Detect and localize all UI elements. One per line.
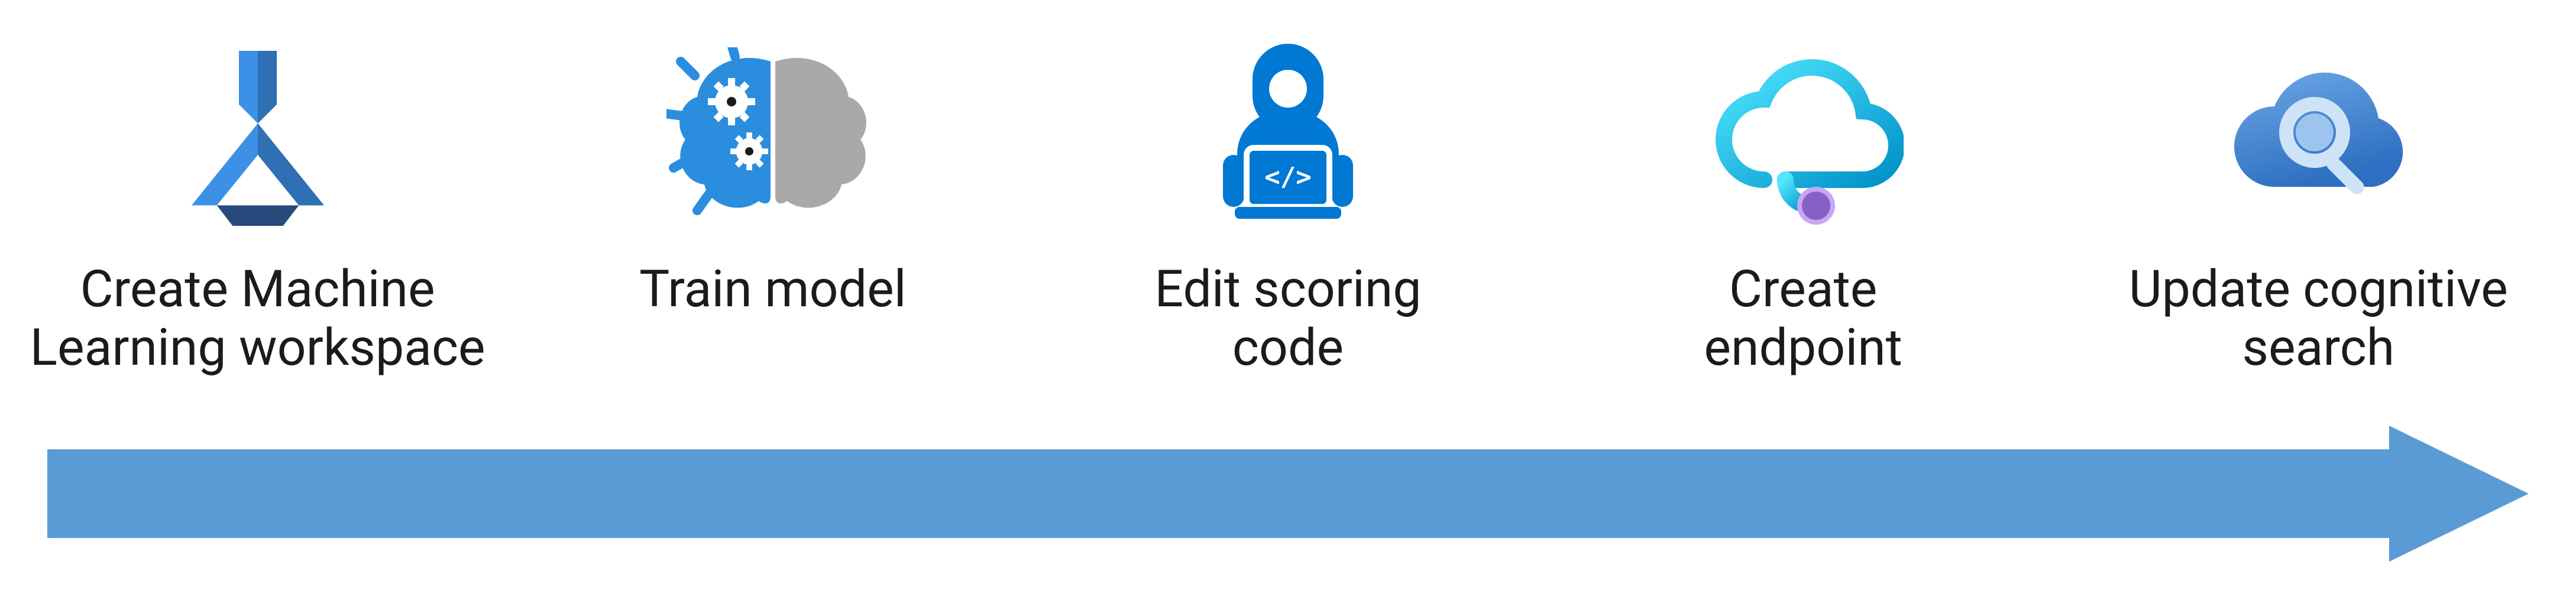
step-create-endpoint: Createendpoint	[1567, 30, 2040, 377]
step-edit-scoring: </> Edit scoringcode	[1051, 30, 1525, 377]
step-update-search: Update cognitivesearch	[2082, 30, 2555, 377]
step-label: Train model	[639, 260, 907, 319]
process-arrow	[47, 426, 2529, 562]
step-label: Edit scoringcode	[1154, 260, 1421, 377]
step-train-model: Train model	[536, 30, 1009, 319]
cloud-endpoint-icon	[1703, 30, 1904, 242]
developer-laptop-icon: </>	[1199, 30, 1377, 242]
cloud-search-icon	[2218, 30, 2419, 242]
step-label: Createendpoint	[1704, 260, 1902, 377]
step-label: Update cognitivesearch	[2129, 260, 2508, 377]
svg-text:</>: </>	[1264, 162, 1311, 192]
azure-ml-flask-icon	[175, 30, 341, 242]
brain-gears-icon	[666, 30, 879, 242]
step-ml-workspace: Create MachineLearning workspace	[21, 30, 494, 377]
steps-row: Create MachineLearning workspace	[0, 30, 2576, 377]
step-label: Create MachineLearning workspace	[30, 260, 486, 377]
process-diagram: Create MachineLearning workspace	[0, 0, 2576, 606]
